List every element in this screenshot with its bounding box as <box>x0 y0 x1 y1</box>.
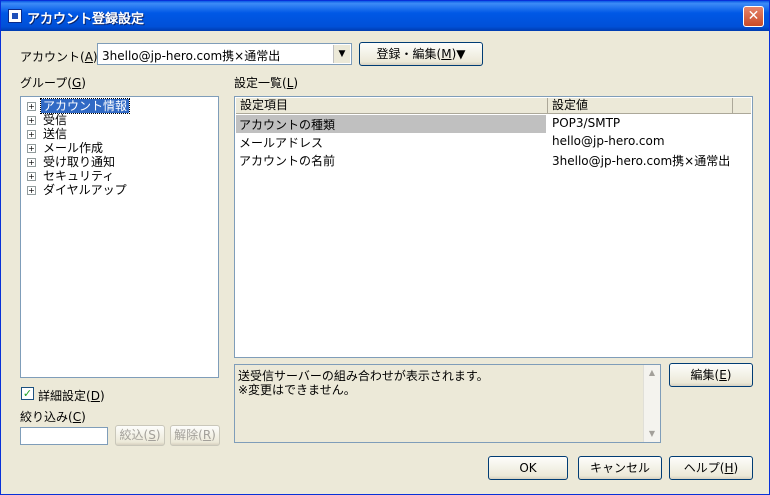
filter-label: 絞り込み(C) <box>20 410 86 424</box>
row-item: メールアドレス <box>239 136 324 150</box>
tree-item-label: 送信 <box>43 127 68 141</box>
listview-header: 設定項目 設定値 <box>236 98 751 114</box>
group-label: グループ(G) <box>20 76 86 90</box>
account-label: アカウント(A) <box>20 50 98 64</box>
tree-item-label: 受け取り通知 <box>43 155 116 169</box>
tree-item-label: 受信 <box>43 113 68 127</box>
filter-clear-button[interactable]: 解除(R) <box>170 425 220 446</box>
title-bar[interactable]: アカウント登録設定 ✕ <box>1 1 769 31</box>
tree-item-label: メール作成 <box>43 141 104 155</box>
expand-icon[interactable]: + <box>27 116 36 125</box>
table-row[interactable]: メールアドレス hello@jp-hero.com <box>236 133 751 151</box>
tree-item-label: アカウント情報 <box>39 98 131 114</box>
filter-input[interactable] <box>20 427 108 445</box>
expand-icon[interactable]: + <box>27 158 36 167</box>
check-icon: ✓ <box>22 387 33 400</box>
app-icon <box>8 9 22 23</box>
account-settings-dialog: アカウント登録設定 ✕ アカウント(A) 3hello@jp-hero.com携… <box>0 0 770 495</box>
tree-item-label: セキュリティ <box>43 169 115 183</box>
detail-settings-checkbox[interactable]: ✓ <box>21 387 34 400</box>
account-select[interactable]: 3hello@jp-hero.com携×通常出 ▼ <box>97 43 352 65</box>
settings-list-label: 設定一覧(L) <box>234 76 299 90</box>
tree-item-label: ダイヤルアップ <box>43 183 127 197</box>
scroll-up-icon[interactable]: ▲ <box>644 365 660 381</box>
expand-icon[interactable]: + <box>27 186 36 195</box>
register-edit-button[interactable]: 登録・編集(M)▼ <box>359 42 483 66</box>
cancel-button[interactable]: キャンセル <box>578 456 662 480</box>
group-tree[interactable]: + アカウント情報 + 受信 + 送信 + メール作成 + 受け取り通知 + セ… <box>20 96 219 378</box>
help-button[interactable]: ヘルプ(H) <box>669 456 753 480</box>
close-button[interactable]: ✕ <box>743 6 764 27</box>
table-row[interactable]: アカウントの名前 3hello@jp-hero.com携×通常出 <box>236 151 751 169</box>
scroll-down-icon[interactable]: ▼ <box>644 426 660 442</box>
expand-icon[interactable]: + <box>27 172 36 181</box>
ok-button[interactable]: OK <box>488 456 568 480</box>
row-value: hello@jp-hero.com <box>552 134 665 148</box>
description-scrollbar[interactable]: ▲ ▼ <box>643 365 660 442</box>
row-item: アカウントの名前 <box>239 154 336 168</box>
column-header-value[interactable]: 設定値 <box>548 98 733 114</box>
expand-icon[interactable]: + <box>27 130 36 139</box>
filter-apply-button[interactable]: 絞込(S) <box>115 425 165 446</box>
table-row[interactable]: アカウントの種類 POP3/SMTP <box>236 115 751 133</box>
row-value: 3hello@jp-hero.com携×通常出 <box>552 154 731 168</box>
window-title: アカウント登録設定 <box>27 12 145 27</box>
row-value: POP3/SMTP <box>552 116 621 130</box>
description-box[interactable]: 送受信サーバーの組み合わせが表示されます。 ※変更はできません。 ▲ ▼ <box>234 364 661 443</box>
settings-listview[interactable]: 設定項目 設定値 アカウントの種類 POP3/SMTP メールアドレス hell… <box>234 96 753 358</box>
close-icon: ✕ <box>747 8 760 24</box>
column-header-item[interactable]: 設定項目 <box>236 98 548 114</box>
description-line-2: ※変更はできません。 <box>238 383 356 397</box>
chevron-down-icon[interactable]: ▼ <box>333 45 350 63</box>
expand-icon[interactable]: + <box>27 102 36 111</box>
row-item: アカウントの種類 <box>239 118 336 132</box>
detail-settings-label[interactable]: 詳細設定(D) <box>38 387 105 404</box>
account-select-value: 3hello@jp-hero.com携×通常出 <box>102 49 281 63</box>
edit-button[interactable]: 編集(E) <box>669 363 753 387</box>
expand-icon[interactable]: + <box>27 144 36 153</box>
